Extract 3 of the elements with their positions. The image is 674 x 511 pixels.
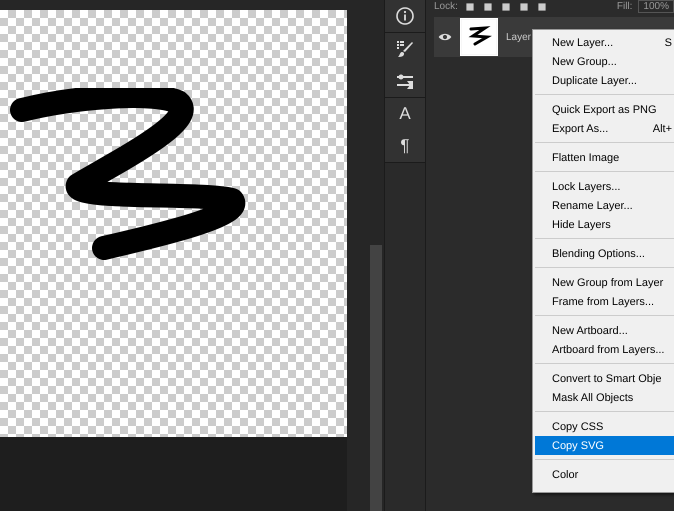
fill-label: Fill: [616,1,632,12]
lock-label: Lock: [434,1,458,12]
layer-name: Layer [506,32,532,42]
